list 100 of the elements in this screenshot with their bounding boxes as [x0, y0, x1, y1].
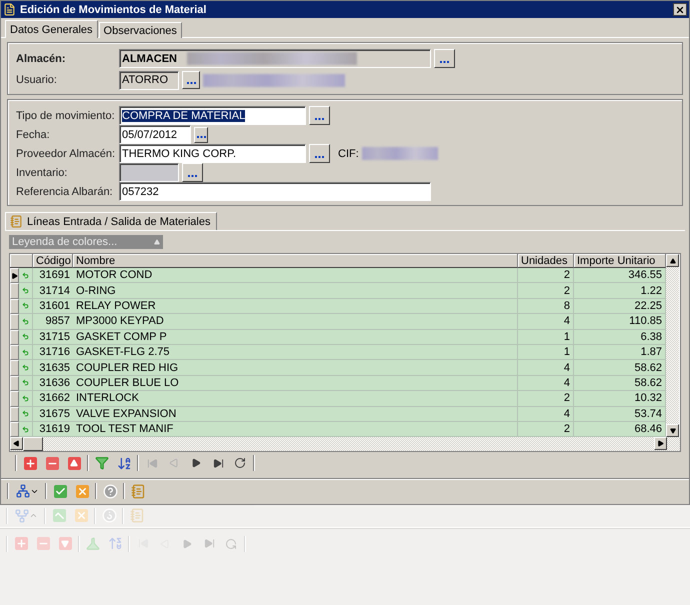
- table-cell: 31619: [33, 422, 73, 438]
- triangle-icon: [13, 440, 20, 448]
- browse-button[interactable]: [182, 71, 200, 89]
- triangle-icon: [70, 459, 78, 468]
- window-title: Edición de Movimientos de Material: [20, 4, 206, 16]
- input-field[interactable]: 057232: [119, 182, 431, 201]
- return-arrow-icon: [22, 270, 29, 281]
- table-cell: MOTOR COND: [73, 268, 518, 284]
- tab[interactable]: Datos Generales: [5, 20, 98, 38]
- accept-button[interactable]: [51, 482, 69, 500]
- browse-button[interactable]: [194, 126, 208, 142]
- column-header[interactable]: Importe Unitario: [574, 254, 666, 268]
- browse-button[interactable]: [434, 49, 455, 68]
- return-arrow-icon: [22, 424, 29, 435]
- previous-icon: [169, 458, 179, 468]
- field-label: Referencia Albarán:: [16, 186, 114, 198]
- table-cell: 4: [518, 376, 574, 392]
- browse-button[interactable]: [309, 144, 330, 163]
- triangle-icon: [61, 540, 69, 548]
- return-arrow-icon: [22, 316, 29, 327]
- close-button[interactable]: [673, 3, 687, 16]
- return-arrow-icon: [22, 300, 29, 312]
- column-header[interactable]: Nombre: [73, 254, 518, 268]
- input-field[interactable]: ALMACEN: [119, 49, 431, 68]
- table-cell: 2: [518, 422, 574, 438]
- move-up-button[interactable]: [65, 454, 83, 472]
- document-icon: [3, 3, 16, 16]
- table-cell: 9857: [33, 314, 73, 330]
- return-arrow-icon: [22, 331, 29, 342]
- table-cell: GASKET-FLG 2.75: [73, 344, 518, 360]
- table-cell: 53.74: [574, 406, 666, 422]
- row-indicator[interactable]: [10, 268, 19, 284]
- table-cell: O-RING: [73, 283, 518, 299]
- tab[interactable]: Líneas Entrada / Salida de Materiales: [5, 212, 218, 230]
- table-cell: MP3000 KEYPAD: [73, 314, 518, 330]
- plus-icon: [24, 458, 36, 469]
- cancel-button[interactable]: [73, 482, 91, 500]
- table-cell: 31662: [33, 391, 73, 407]
- date-field[interactable]: 05/07/2012: [119, 125, 191, 144]
- field-label: Inventario:: [16, 166, 68, 178]
- return-arrow-icon: [22, 346, 29, 358]
- first-icon: [146, 458, 158, 469]
- scroll-up-button[interactable]: [666, 254, 679, 267]
- input-field[interactable]: ATORRO: [119, 70, 179, 90]
- table-cell: COUPLER BLUE LO: [73, 376, 518, 392]
- table-cell: INTERLOCK: [73, 391, 518, 407]
- field-label: Proveedor Almacén:: [16, 148, 116, 160]
- field-label: Tipo de movimiento:: [16, 110, 116, 122]
- close-icon: [76, 486, 88, 497]
- table-cell: 31714: [33, 283, 73, 299]
- return-arrow-icon: [22, 285, 29, 296]
- current-row-icon: [11, 272, 18, 280]
- scroll-right-button[interactable]: [654, 437, 667, 450]
- table-cell: 4: [518, 314, 574, 330]
- tab[interactable]: Observaciones: [98, 22, 182, 38]
- table-cell: 1: [518, 330, 574, 345]
- input-field[interactable]: COMPRA DE MATERIAL: [119, 106, 306, 125]
- table-cell: 31601: [33, 298, 73, 314]
- field-label: Usuario:: [16, 74, 58, 86]
- notebook-icon: [10, 215, 23, 228]
- input-field[interactable]: THERMO KING CORP.: [119, 144, 306, 163]
- plus-icon: [16, 538, 26, 550]
- table-cell: RELAY POWER: [73, 298, 518, 314]
- notes-button[interactable]: [129, 482, 147, 500]
- last-icon: [212, 458, 224, 469]
- browse-button[interactable]: [309, 106, 330, 125]
- scroll-thumb[interactable]: [23, 437, 43, 452]
- close-icon: [675, 4, 685, 14]
- table-cell: 68.46: [574, 422, 666, 438]
- table-cell: 1.22: [574, 283, 666, 299]
- table-cell: 1: [518, 344, 574, 360]
- table-cell: COUPLER RED HIG: [73, 360, 518, 376]
- table-cell: 2: [518, 283, 574, 299]
- column-header[interactable]: Unidades: [518, 254, 574, 268]
- legend-label: Leyenda de colores...: [12, 236, 118, 248]
- table-cell: 2: [518, 391, 574, 407]
- scroll-left-button[interactable]: [10, 437, 23, 450]
- add-button[interactable]: [21, 454, 39, 472]
- table-cell: 22.25: [574, 298, 666, 314]
- table-cell: 4: [518, 406, 574, 422]
- refresh-icon: [225, 538, 237, 550]
- table-cell: 31636: [33, 376, 73, 392]
- return-arrow-icon: [22, 362, 29, 374]
- table-cell: 4: [518, 360, 574, 376]
- last-icon: [204, 538, 214, 550]
- table-cell: 1.87: [574, 344, 666, 360]
- triangle-icon: [154, 239, 160, 245]
- table-cell: 2: [518, 268, 574, 284]
- table-cell: 31635: [33, 360, 73, 376]
- table-cell: 6.38: [574, 330, 666, 345]
- field-label: Almacén:: [16, 52, 67, 64]
- return-arrow-icon: [22, 377, 29, 388]
- table-cell: TOOL TEST MANIF: [73, 422, 518, 438]
- triangle-icon: [670, 258, 676, 264]
- scroll-down-button[interactable]: [666, 424, 679, 438]
- browse-button[interactable]: [182, 163, 203, 182]
- column-header[interactable]: Código: [33, 254, 73, 268]
- table-cell: 31675: [33, 406, 73, 422]
- table-cell: 110.85: [574, 314, 666, 330]
- table-cell: 58.62: [574, 376, 666, 392]
